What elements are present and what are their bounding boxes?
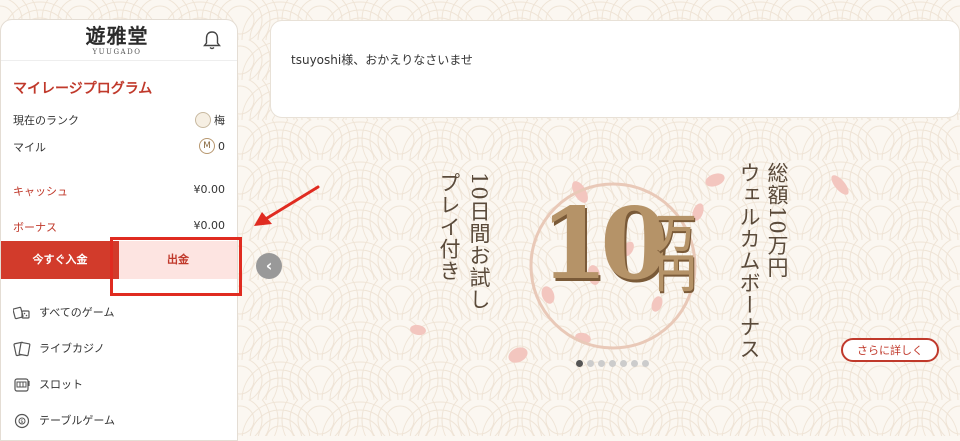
nav-label-table-games: テーブルゲーム: [39, 414, 116, 427]
carousel-dot-4[interactable]: [609, 360, 616, 367]
carousel-dot-5[interactable]: [620, 360, 627, 367]
logo-sub-text: YUUGADO: [92, 48, 142, 56]
nav-label-all-games: すべてのゲーム: [39, 306, 115, 319]
mile-icon: M: [199, 138, 215, 154]
logo-main-text: 遊雅堂: [85, 24, 149, 48]
carousel-dot-3[interactable]: [598, 360, 605, 367]
carousel-dot-1[interactable]: [576, 360, 583, 367]
rank-row: 現在のランク 梅: [13, 112, 225, 128]
cash-row: キャッシュ ¥0.00: [13, 183, 225, 199]
mileage-program-title: マイレージプログラム: [13, 81, 153, 97]
carousel-dot-6[interactable]: [631, 360, 638, 367]
banner-text-total: 総額10万円: [765, 162, 789, 279]
nav-item-live-casino[interactable]: ライブカジノ: [13, 339, 225, 359]
mile-label: マイル: [13, 141, 46, 154]
learn-more-button[interactable]: さらに詳しく: [841, 338, 939, 362]
bonus-row: ボーナス ¥0.00: [13, 219, 225, 235]
banner-big-number: 10: [540, 187, 668, 302]
carousel-dots: [576, 352, 653, 367]
nav-item-slots[interactable]: スロット: [13, 375, 225, 395]
bonus-label: ボーナス: [13, 221, 57, 234]
nav-label-slots: スロット: [39, 378, 83, 391]
header-divider: [1, 60, 237, 61]
nav-item-all-games[interactable]: すべてのゲーム: [13, 303, 225, 323]
nav-item-table-games[interactable]: $ テーブルゲーム: [13, 411, 225, 431]
withdraw-highlight-box: [110, 237, 242, 296]
site-logo[interactable]: 遊雅堂 YUUGADO: [67, 24, 167, 56]
nav-label-live-casino: ライブカジノ: [39, 342, 105, 355]
carousel-dot-2[interactable]: [587, 360, 594, 367]
roulette-icon: $: [14, 413, 30, 429]
mile-value: M0: [199, 138, 225, 155]
mile-value-text: 0: [218, 140, 225, 153]
slot-machine-icon: [14, 378, 30, 392]
greeting-card: tsuyoshi様、おかえりなさいませ: [270, 20, 960, 118]
banner-text-welcome-bonus: ウェルカムボーナス: [737, 162, 761, 360]
rank-value-text: 梅: [214, 114, 225, 127]
banner-text-play: プレイ付き: [437, 172, 461, 282]
banner-big-unit: 万円: [649, 212, 696, 292]
mile-row: マイル M0: [13, 138, 225, 155]
rank-plum-icon: [195, 112, 211, 128]
svg-text:$: $: [20, 419, 23, 425]
rank-value: 梅: [195, 112, 225, 129]
deposit-button[interactable]: 今すぐ入金: [1, 241, 119, 279]
greeting-text: tsuyoshi様、おかえりなさいませ: [291, 53, 473, 67]
bell-icon[interactable]: [201, 29, 223, 51]
sidebar: 遊雅堂 YUUGADO マイレージプログラム 現在のランク 梅 マイル M0 キ…: [0, 19, 238, 441]
rank-label: 現在のランク: [13, 114, 79, 127]
annotation-arrow-icon: [254, 185, 320, 226]
playing-cards-icon: [13, 341, 31, 357]
cards-dice-icon: [13, 306, 30, 320]
bonus-value: ¥0.00: [193, 219, 226, 232]
banner-text-trial: 10日間お試し: [467, 172, 491, 311]
carousel-prev-button[interactable]: ‹: [256, 253, 282, 279]
cash-label: キャッシュ: [13, 185, 68, 198]
cash-value: ¥0.00: [193, 183, 226, 196]
carousel-dot-7[interactable]: [642, 360, 649, 367]
